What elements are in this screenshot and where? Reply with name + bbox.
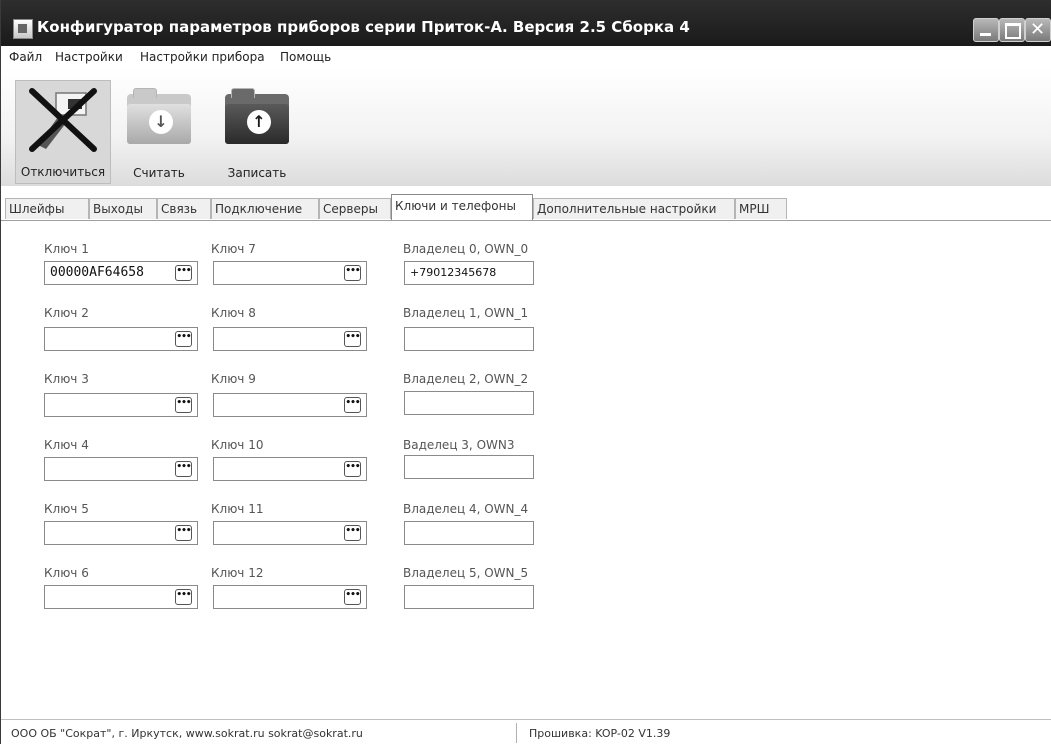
close-button[interactable]: ✕	[1025, 18, 1051, 42]
key-4-label: Ключ 4	[44, 438, 89, 452]
key-8-browse-button[interactable]: •••	[344, 331, 361, 347]
tab-keys-and-phones[interactable]: Ключи и телефоны	[391, 194, 533, 220]
key-8-label: Ключ 8	[211, 306, 256, 320]
tab-communication[interactable]: Связь	[157, 198, 211, 219]
owner-4-phone-field[interactable]	[404, 521, 534, 545]
tab-servers[interactable]: Серверы	[319, 198, 391, 219]
firmware-version: Прошивка: KOP-02 V1.39	[529, 727, 671, 740]
owner-4-label: Владелец 4, OWN_4	[403, 502, 529, 516]
status-divider	[516, 723, 517, 743]
owner-3-phone-field[interactable]	[404, 455, 534, 479]
key-9-browse-button[interactable]: •••	[344, 397, 361, 413]
tab-loops[interactable]: Шлейфы	[5, 198, 89, 219]
owner-2-label: Владелец 2, OWN_2	[403, 372, 529, 386]
maximize-button[interactable]	[999, 18, 1025, 42]
toolbar: Отключиться ↓ Считать ↑ Записать	[1, 68, 1051, 186]
key-7-browse-button[interactable]: •••	[344, 265, 361, 281]
key-3-browse-button[interactable]: •••	[175, 397, 192, 413]
owner-3-label: Ваделец 3, OWN3	[403, 438, 515, 452]
tab-connection[interactable]: Подключение	[211, 198, 319, 219]
key-6-browse-button[interactable]: •••	[175, 589, 192, 605]
minimize-button[interactable]	[973, 18, 999, 42]
menu-help[interactable]: Помощь	[280, 50, 331, 64]
write-folder-icon: ↑	[225, 88, 289, 144]
key-5-browse-button[interactable]: •••	[175, 525, 192, 541]
owner-0-label: Владелец 0, OWN_0	[403, 242, 529, 256]
tab-mrsh[interactable]: МРШ	[735, 198, 787, 219]
app-window: Конфигуратор параметров приборов серии П…	[0, 0, 1051, 745]
owner-1-label: Владелец 1, OWN_1	[403, 306, 529, 320]
key-7-label: Ключ 7	[211, 242, 256, 256]
arrow-up-icon: ↑	[247, 110, 271, 134]
title-bar: Конфигуратор параметров приборов серии П…	[1, 0, 1051, 46]
keys-and-phones-panel: Ключ 1 00000AF64658 ••• Ключ 2 ••• Ключ …	[11, 221, 1051, 719]
tab-additional-settings[interactable]: Дополнительные настройки	[533, 198, 735, 219]
read-button[interactable]: ↓ Считать	[119, 80, 199, 184]
key-10-label: Ключ 10	[211, 438, 264, 452]
menu-bar: Файл Настройки Настройки прибора Помощь	[1, 46, 1051, 68]
owner-0-phone-field[interactable]: +79012345678	[404, 261, 534, 285]
disconnect-plug-icon	[29, 88, 97, 152]
write-label: Записать	[227, 166, 287, 180]
owner-2-phone-field[interactable]	[404, 391, 534, 415]
menu-device-settings[interactable]: Настройки прибора	[140, 50, 265, 64]
menu-file[interactable]: Файл	[9, 50, 42, 64]
owner-5-label: Владелец 5, OWN_5	[403, 566, 529, 580]
read-label: Считать	[133, 166, 185, 180]
key-1-browse-button[interactable]: •••	[175, 265, 192, 281]
arrow-down-icon: ↓	[149, 110, 173, 134]
key-1-label: Ключ 1	[44, 242, 89, 256]
app-icon	[13, 19, 33, 39]
key-11-label: Ключ 11	[211, 502, 264, 516]
key-12-label: Ключ 12	[211, 566, 264, 580]
key-9-label: Ключ 9	[211, 372, 256, 386]
key-11-browse-button[interactable]: •••	[344, 525, 361, 541]
key-6-label: Ключ 6	[44, 566, 89, 580]
key-2-label: Ключ 2	[44, 306, 89, 320]
key-5-label: Ключ 5	[44, 502, 89, 516]
write-button[interactable]: ↑ Записать	[217, 80, 297, 184]
maximize-icon	[1005, 23, 1021, 39]
owner-1-phone-field[interactable]	[404, 327, 534, 351]
read-folder-icon: ↓	[127, 88, 191, 144]
key-3-label: Ключ 3	[44, 372, 89, 386]
key-10-browse-button[interactable]: •••	[344, 461, 361, 477]
disconnect-button[interactable]: Отключиться	[15, 80, 111, 184]
tab-bar: Шлейфы Выходы Связь Подключение Серверы …	[1, 186, 1051, 221]
tab-outputs[interactable]: Выходы	[89, 198, 157, 219]
disconnect-label: Отключиться	[20, 165, 106, 179]
close-icon: ✕	[1030, 19, 1046, 40]
key-2-browse-button[interactable]: •••	[175, 331, 192, 347]
key-12-browse-button[interactable]: •••	[344, 589, 361, 605]
window-title: Конфигуратор параметров приборов серии П…	[37, 18, 690, 36]
minimize-icon	[980, 33, 991, 36]
owner-5-phone-field[interactable]	[404, 585, 534, 609]
menu-settings[interactable]: Настройки	[55, 50, 123, 64]
company-info: ООО ОБ "Сократ", г. Иркутск, www.sokrat.…	[11, 727, 363, 740]
key-4-browse-button[interactable]: •••	[175, 461, 192, 477]
status-bar: ООО ОБ "Сократ", г. Иркутск, www.sokrat.…	[1, 719, 1051, 745]
